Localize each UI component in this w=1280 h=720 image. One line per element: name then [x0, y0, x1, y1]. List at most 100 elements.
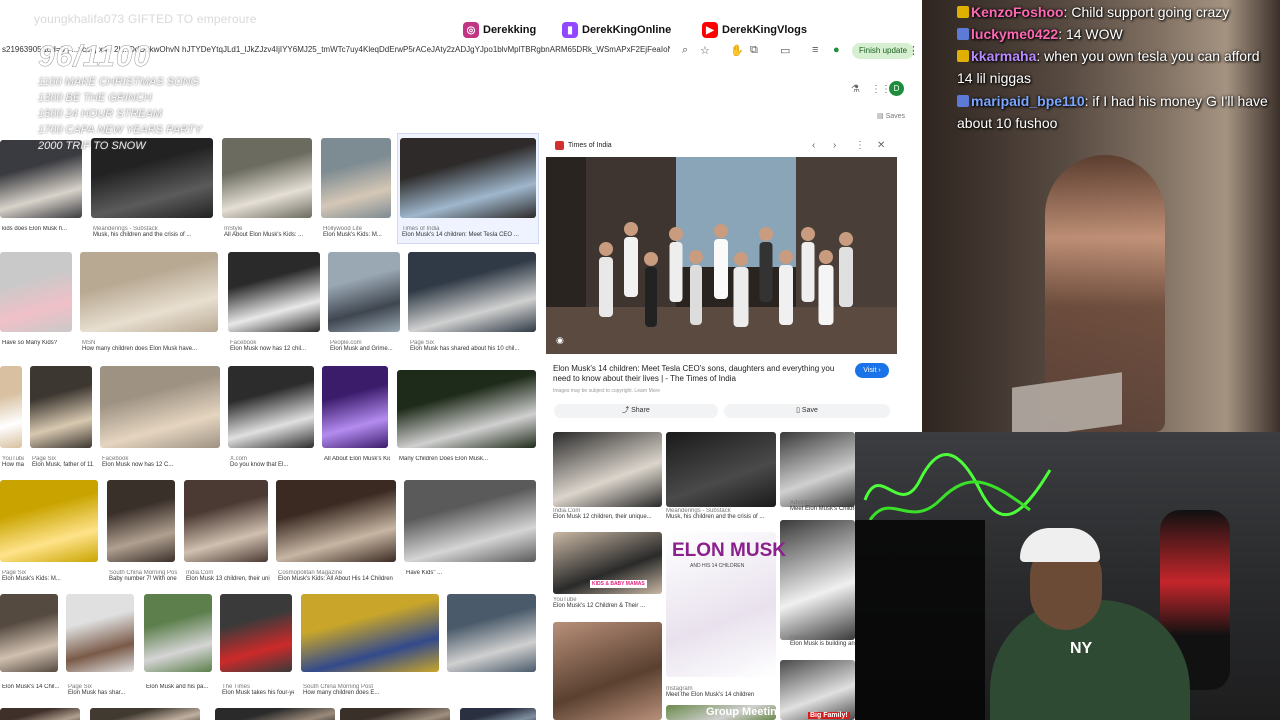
- image-caption[interactable]: South China Morning Post Baby number 7! W…: [109, 570, 177, 582]
- apps-grid-icon[interactable]: ⋮⋮: [871, 84, 891, 95]
- image-result-tile[interactable]: [144, 594, 212, 672]
- image-result-tile[interactable]: [90, 708, 200, 720]
- image-caption[interactable]: Facebook Elon Musk now has 12 chil...: [230, 340, 322, 352]
- image-caption[interactable]: The TimesElon Musk takes his four-year-o…: [222, 684, 294, 696]
- image-result-tile[interactable]: [400, 138, 536, 218]
- image-result-tile[interactable]: [222, 138, 312, 218]
- image-caption[interactable]: Page Six Elon Musk's Kids: M...: [2, 570, 100, 582]
- image-result-tile[interactable]: [66, 594, 134, 672]
- image-caption[interactable]: Have Kids" ...: [406, 570, 538, 576]
- image-caption[interactable]: Cosmopolitan Magazine Elon Musk's Kids: A…: [278, 570, 398, 582]
- image-result-tile[interactable]: [80, 252, 218, 332]
- related-caption[interactable]: Meanderings - Substack Musk, his children…: [666, 508, 774, 520]
- image-caption[interactable]: InStyle All About Elon Musk's Kids: ...: [224, 226, 314, 238]
- image-result-tile[interactable]: [184, 480, 268, 562]
- image-result-tile[interactable]: [0, 252, 72, 332]
- related-image-tile[interactable]: [666, 432, 776, 507]
- image-result-tile[interactable]: [408, 252, 536, 332]
- image-result-tile[interactable]: [276, 480, 396, 562]
- image-result-tile[interactable]: [228, 252, 320, 332]
- image-caption[interactable]: kids does Elon Musk h...: [2, 226, 84, 232]
- preview-source[interactable]: Times of India: [555, 141, 612, 150]
- image-caption[interactable]: MSN How many children does Elon Musk have…: [82, 340, 220, 352]
- image-result-tile[interactable]: [460, 708, 536, 720]
- flask-icon[interactable]: ⚗: [851, 84, 860, 95]
- related-image-tile[interactable]: [780, 520, 855, 640]
- image-result-tile[interactable]: [447, 594, 536, 672]
- save-button[interactable]: ▯ Save: [724, 404, 890, 418]
- related-caption[interactable]: Instagram Meet the Elon Musk's 14 childre…: [666, 686, 774, 698]
- image-caption[interactable]: Many Children Does Elon Musk...: [399, 456, 538, 462]
- saves-link[interactable]: ▤ Saves: [877, 112, 905, 120]
- related-caption[interactable]: FacebookElon Musk is building an en...: [790, 635, 860, 647]
- puzzle-icon[interactable]: ⧉: [750, 44, 758, 57]
- image-result-tile[interactable]: [404, 480, 536, 562]
- sidebar-icon[interactable]: ▭: [780, 44, 790, 57]
- image-caption[interactable]: Times of India Elon Musk's 14 children: M…: [402, 226, 538, 238]
- more-options-icon[interactable]: ⋮: [855, 140, 865, 151]
- related-image-tile[interactable]: [553, 622, 662, 720]
- image-result-tile[interactable]: [301, 594, 439, 672]
- related-image-tile[interactable]: [553, 432, 662, 507]
- image-result-tile[interactable]: [107, 480, 175, 562]
- image-caption[interactable]: Hollywood Life Elon Musk's Kids: M...: [323, 226, 393, 238]
- related-caption[interactable]: AdviceScout Meet Elon Musk's Children: [790, 500, 860, 512]
- related-caption[interactable]: YouTube Elon Musk's 12 Children & Their .…: [553, 597, 661, 609]
- image-result-tile[interactable]: [220, 594, 292, 672]
- extension-icon[interactable]: ✋: [730, 44, 744, 57]
- image-caption[interactable]: Page Six Elon Musk has shar...: [68, 684, 136, 696]
- image-result-tile[interactable]: [30, 366, 92, 448]
- share-button[interactable]: ⤴ Share: [554, 404, 718, 418]
- image-result-tile[interactable]: [0, 708, 80, 720]
- image-result-tile[interactable]: [321, 138, 391, 218]
- caption-text: Elon Musk's Kids: M...: [323, 232, 382, 238]
- image-result-tile[interactable]: [0, 594, 58, 672]
- image-caption[interactable]: All About Elon Musk's Kids: Meet His 14 …: [324, 456, 390, 462]
- close-icon[interactable]: ✕: [877, 140, 885, 151]
- visit-button[interactable]: Visit ›: [855, 363, 889, 378]
- image-caption[interactable]: YouTubeHow many kids doe...: [2, 456, 24, 468]
- caption-text: How many kids doe...: [2, 462, 24, 468]
- image-result-tile[interactable]: [215, 708, 335, 720]
- more-vert-icon[interactable]: ⋮: [908, 44, 919, 57]
- star-icon[interactable]: ☆: [700, 44, 710, 57]
- caption-text: Elon Musk now has 12 chil...: [230, 346, 307, 352]
- profile-icon[interactable]: ●: [833, 44, 840, 56]
- image-result-tile[interactable]: [322, 366, 388, 448]
- image-result-tile[interactable]: [0, 366, 22, 448]
- thumbnail-image: [228, 366, 314, 448]
- menu-lines-icon[interactable]: ≡: [812, 44, 818, 56]
- image-caption[interactable]: Elon Musk's 14 Chil...: [2, 684, 60, 690]
- related-image-tile[interactable]: [780, 660, 855, 720]
- neon-light: [863, 453, 1052, 521]
- related-caption[interactable]: India.Com Elon Musk 12 children, their un…: [553, 508, 661, 520]
- image-caption[interactable]: Page SixElon Musk, father of 11, wants '…: [32, 456, 94, 468]
- image-result-tile[interactable]: [100, 366, 220, 448]
- image-caption[interactable]: Facebook Elon Musk now has 12 C...: [102, 456, 222, 468]
- account-avatar[interactable]: D: [889, 81, 904, 96]
- caption-text: Elon Musk now has 12 C...: [102, 462, 174, 468]
- image-caption[interactable]: Meanderings - Substack Musk, his children…: [93, 226, 215, 238]
- preview-image[interactable]: [546, 157, 897, 354]
- lens-icon[interactable]: ◉: [556, 335, 564, 346]
- image-result-tile[interactable]: [328, 252, 400, 332]
- image-result-tile[interactable]: [0, 480, 98, 562]
- preview-title[interactable]: Elon Musk's 14 children: Meet Tesla CEO'…: [553, 364, 843, 384]
- thumbnail-image: [322, 366, 388, 448]
- image-result-tile[interactable]: [340, 708, 450, 720]
- image-caption[interactable]: India.Com Elon Musk 13 children, their un…: [186, 570, 270, 582]
- search-icon[interactable]: ⌕: [682, 44, 688, 57]
- image-result-tile[interactable]: [228, 366, 314, 448]
- related-image-tile[interactable]: [780, 432, 855, 507]
- next-arrow-icon[interactable]: ›: [833, 140, 836, 151]
- image-caption[interactable]: Page Six Elon Musk has shared about his 1…: [410, 340, 538, 352]
- image-caption[interactable]: Have so Many Kids?: [2, 340, 74, 346]
- image-result-tile[interactable]: [397, 370, 536, 448]
- image-caption[interactable]: X.com Do you know that El...: [230, 456, 316, 468]
- image-caption[interactable]: Elon Musk and his pa...: [146, 684, 214, 690]
- image-caption[interactable]: South China Morning Post How many childre…: [303, 684, 441, 696]
- image-caption[interactable]: People.com Elon Musk and Grime...: [330, 340, 402, 352]
- finish-update-button[interactable]: Finish update: [852, 43, 915, 59]
- thumbnail-image: [228, 252, 320, 332]
- prev-arrow-icon[interactable]: ‹: [812, 140, 815, 151]
